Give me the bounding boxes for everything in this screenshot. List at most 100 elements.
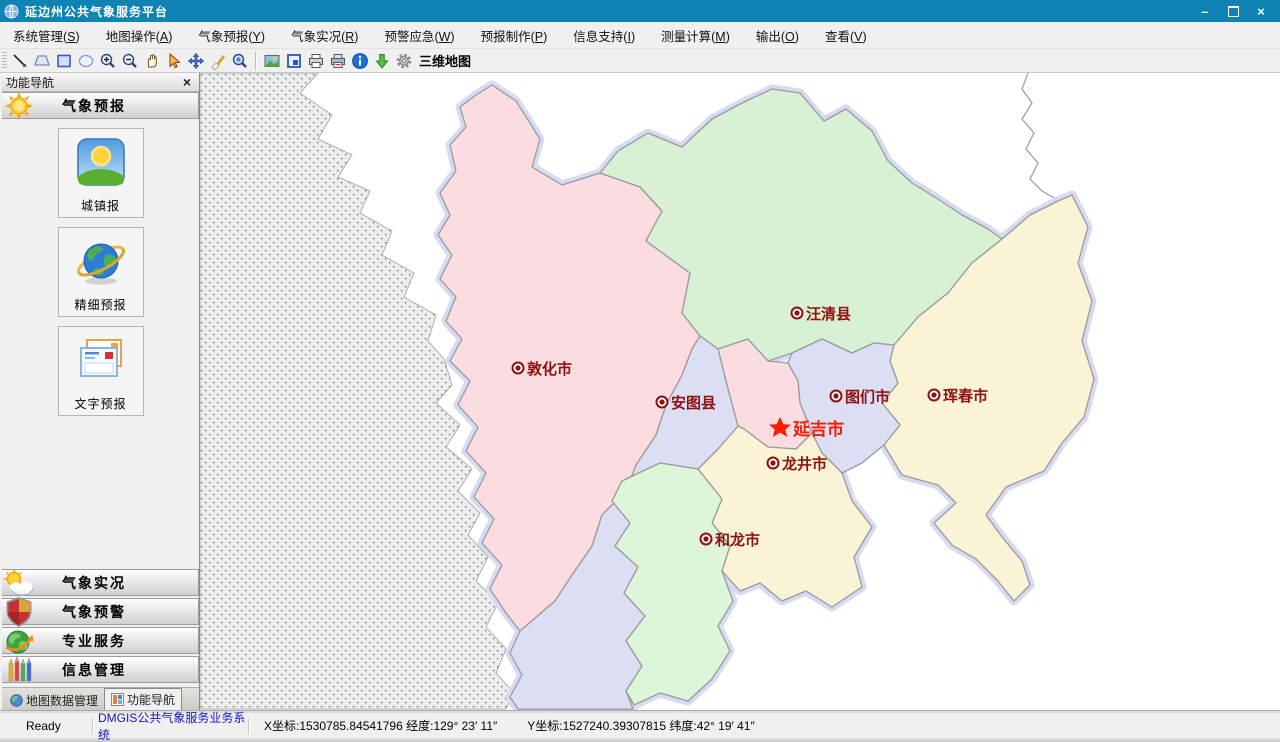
pencils-icon: [2, 656, 36, 684]
city-marker: [929, 390, 940, 401]
fine-forecast-label: 精细预报: [74, 296, 126, 313]
settings-gear-icon[interactable]: [393, 50, 415, 72]
clear-brush-icon[interactable]: [207, 50, 229, 72]
menu-item-4[interactable]: 预警应急(W): [371, 22, 467, 49]
map-label-longjing: 龙井市: [781, 455, 827, 473]
toolbar: 三维地图: [0, 49, 1280, 73]
print-icon[interactable]: [305, 50, 327, 72]
text-forecast-button[interactable]: 文字预报: [58, 326, 144, 416]
rectangle-tool-icon[interactable]: [53, 50, 75, 72]
text-forecast-icon: [75, 334, 127, 391]
status-ready: Ready: [0, 713, 92, 738]
polygon-tool-icon[interactable]: [31, 50, 53, 72]
river-line: [1022, 73, 1072, 199]
sun-cloud-icon: [2, 569, 36, 597]
city-marker: [513, 363, 524, 374]
menu-item-7[interactable]: 测量计算(M): [648, 22, 743, 49]
tab-function-navigation[interactable]: 功能导航: [104, 688, 182, 710]
menu-item-9[interactable]: 查看(V): [812, 22, 880, 49]
move-icon[interactable]: [185, 50, 207, 72]
titlebar: 延边州公共气象服务平台 – ×: [0, 0, 1280, 22]
tab-map-data-management[interactable]: 地图数据管理: [4, 690, 104, 710]
print-preview-icon[interactable]: [327, 50, 349, 72]
select-arrow-icon[interactable]: [163, 50, 185, 72]
tab-label: 地图数据管理: [26, 692, 98, 709]
fine-forecast-icon: [75, 235, 127, 292]
pan-hand-icon[interactable]: [141, 50, 163, 72]
toolbar-separator: [255, 52, 257, 70]
sun-icon: [2, 91, 36, 121]
nav-window-icon: [111, 693, 124, 706]
map-canvas[interactable]: 汪清县 敦化市 安图县 图们市 珲春市 延吉市 龙井市 和龙市: [200, 73, 1280, 710]
fine-forecast-button[interactable]: 精细预报: [58, 227, 144, 317]
maximize-icon: [1228, 6, 1239, 17]
app-window: 延边州公共气象服务平台 – × 系统管理(S)地图操作(A)气象预报(Y)气象实…: [0, 0, 1280, 742]
status-system-name: DMGIS公共气象服务业务系统: [94, 713, 248, 738]
menu-item-6[interactable]: 信息支持(I): [560, 22, 648, 49]
ellipse-tool-icon[interactable]: [75, 50, 97, 72]
collapsed-sections: 气象实况 气象预警 专业服务: [2, 569, 199, 683]
globe-arrow-icon: [2, 627, 36, 655]
map-window-icon[interactable]: [283, 50, 305, 72]
line-tool-icon[interactable]: [9, 50, 31, 72]
status-y-coordinate: Y坐标:1527240.39307815 纬度:42° 19′ 41″: [527, 717, 754, 734]
sidebar-caption: 功能导航 ×: [2, 73, 199, 92]
menu-item-2[interactable]: 气象预报(Y): [185, 22, 278, 49]
zoom-extent-icon[interactable]: [229, 50, 251, 72]
section-info-management[interactable]: 信息管理: [2, 656, 199, 683]
status-coordinates: X坐标:1530785.84541796 经度:129° 23′ 11″ Y坐标…: [250, 713, 755, 738]
image-export-icon[interactable]: [261, 50, 283, 72]
section-label: 信息管理: [62, 660, 126, 680]
section-label: 气象实况: [62, 573, 126, 593]
app-globe-icon: [4, 3, 20, 19]
map3d-button[interactable]: 三维地图: [419, 51, 471, 70]
map-label-wangqing: 汪清县: [806, 305, 851, 323]
section-label: 气象预报: [62, 96, 126, 116]
city-marker: [701, 534, 712, 545]
menu-item-5[interactable]: 预报制作(P): [468, 22, 561, 49]
menu-item-1[interactable]: 地图操作(A): [93, 22, 186, 49]
sidebar-body: 城镇报 精细预报 文字预报: [2, 119, 199, 569]
zoom-in-icon[interactable]: [97, 50, 119, 72]
menu-item-0[interactable]: 系统管理(S): [0, 22, 93, 49]
shield-icon: [2, 597, 36, 627]
section-professional-service[interactable]: 专业服务: [2, 627, 199, 654]
section-weather-warning[interactable]: 气象预警: [2, 598, 199, 625]
download-arrow-icon[interactable]: [371, 50, 393, 72]
sidebar-caption-label: 功能导航: [6, 74, 179, 91]
sidebar-tabbar: 地图数据管理 功能导航: [2, 687, 199, 710]
minimize-button[interactable]: –: [1196, 3, 1214, 19]
section-label: 气象预警: [62, 602, 126, 622]
statusbar: Ready DMGIS公共气象服务业务系统 X坐标:1530785.845417…: [0, 711, 1280, 738]
sidebar-panel: 功能导航 × 气象预报 城镇报: [0, 73, 200, 710]
map-label-hunchun: 珲春市: [943, 387, 988, 405]
window-title: 延边州公共气象服务平台: [25, 3, 168, 20]
section-label: 专业服务: [62, 631, 126, 651]
city-marker: [792, 308, 803, 319]
town-forecast-icon: [75, 136, 127, 193]
map-label-helong: 和龙市: [715, 531, 760, 549]
town-forecast-label: 城镇报: [81, 197, 120, 214]
section-weather-forecast[interactable]: 气象预报: [2, 92, 199, 119]
section-weather-live[interactable]: 气象实况: [2, 569, 199, 596]
tab-label: 功能导航: [127, 691, 175, 708]
city-marker: [831, 391, 842, 402]
city-marker: [657, 397, 668, 408]
toolbar-grip: [2, 52, 7, 70]
maximize-button[interactable]: [1224, 3, 1242, 19]
zoom-out-icon[interactable]: [119, 50, 141, 72]
info-icon[interactable]: [349, 50, 371, 72]
menubar: 系统管理(S)地图操作(A)气象预报(Y)气象实况(R)预警应急(W)预报制作(…: [0, 22, 1280, 49]
close-button[interactable]: ×: [1252, 3, 1270, 19]
town-forecast-button[interactable]: 城镇报: [58, 128, 144, 218]
map-label-yanji: 延吉市: [792, 419, 844, 439]
text-forecast-label: 文字预报: [74, 395, 126, 412]
status-x-coordinate: X坐标:1530785.84541796 经度:129° 23′ 11″: [264, 717, 497, 734]
map-globe-icon: [10, 694, 23, 707]
sidebar-close-icon[interactable]: ×: [179, 74, 195, 90]
menu-item-3[interactable]: 气象实况(R): [278, 22, 371, 49]
menu-item-8[interactable]: 输出(O): [743, 22, 812, 49]
map-label-tumen: 图们市: [845, 388, 890, 406]
city-marker: [768, 458, 779, 469]
map-label-antu: 安图县: [671, 394, 716, 412]
